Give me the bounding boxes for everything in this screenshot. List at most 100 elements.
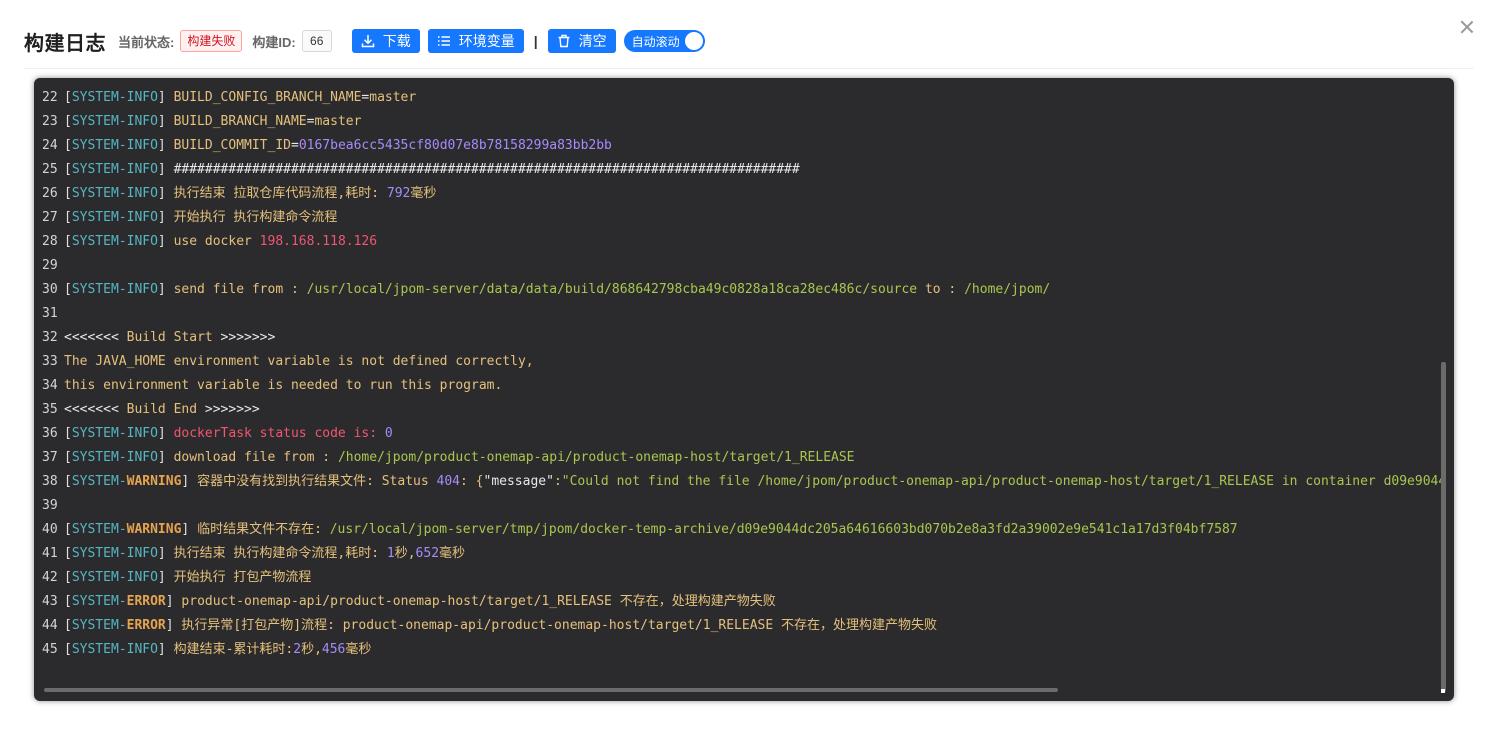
- log-segment: [: [64, 546, 72, 561]
- line-number: 26: [42, 186, 58, 201]
- log-line: 41 [SYSTEM-INFO] 执行结束 执行构建命令流程,耗时: 1秒,652…: [42, 542, 1442, 566]
- log-segment: 2: [293, 642, 302, 657]
- log-segment: SYSTEM-INFO: [71, 282, 158, 297]
- line-number: 43: [42, 594, 58, 609]
- log-segment: SYSTEM-: [71, 618, 127, 633]
- log-segment: Build End: [118, 402, 205, 417]
- log-segment: =: [290, 138, 299, 153]
- log-segment: 开始执行 打包产物流程: [165, 570, 312, 585]
- log-segment: ]: [165, 594, 174, 609]
- log-segment: Build Start: [118, 330, 221, 345]
- log-line: 34 this environment variable is needed to…: [42, 374, 1442, 398]
- log-segment: to :: [917, 282, 965, 297]
- log-segment: ]: [157, 426, 166, 441]
- clear-label: 清空: [578, 33, 607, 49]
- log-segment: ]: [165, 618, 174, 633]
- line-number: 36: [42, 426, 58, 441]
- log-line: 36 [SYSTEM-INFO] dockerTask status code i…: [42, 422, 1442, 446]
- horizontal-scrollbar[interactable]: [44, 688, 1058, 692]
- log-segment: SYSTEM-INFO: [71, 234, 158, 249]
- log-segment: >>>>>>>: [204, 402, 260, 417]
- log-segment: ERROR: [126, 594, 166, 609]
- log-segment: SYSTEM-: [71, 522, 127, 537]
- env-variables-label: 环境变量: [458, 33, 515, 49]
- log-line: 22 [SYSTEM-INFO] BUILD_CONFIG_BRANCH_NAME…: [42, 86, 1442, 110]
- log-segment: SYSTEM-INFO: [71, 546, 158, 561]
- log-segment: ]: [157, 570, 166, 585]
- log-segment: The JAVA_HOME environment variable is no…: [64, 354, 534, 369]
- log-segment: ]: [157, 546, 166, 561]
- log-line: 28 [SYSTEM-INFO] use docker 198.168.118.1…: [42, 230, 1442, 254]
- modal-header: 构建日志 当前状态: 构建失败 构建ID: 66 下载 环境变量 | 清空 自动…: [24, 26, 1438, 56]
- log-console: 22 [SYSTEM-INFO] BUILD_CONFIG_BRANCH_NAME…: [34, 78, 1454, 701]
- env-variables-button[interactable]: 环境变量: [427, 29, 524, 53]
- log-segment: [: [64, 426, 72, 441]
- log-segment: download file from :: [165, 450, 338, 465]
- close-icon[interactable]: [1456, 16, 1478, 38]
- toolbar-separator: |: [533, 33, 538, 49]
- log-segment: >>>>>>>: [220, 330, 276, 345]
- log-segment: [: [64, 186, 72, 201]
- log-line: 38 [SYSTEM-WARNING] 容器中没有找到执行结果文件: Status…: [42, 470, 1442, 494]
- log-line: 33 The JAVA_HOME environment variable is …: [42, 350, 1442, 374]
- line-number: 40: [42, 522, 58, 537]
- log-segment: "Could not find the file /home/jpom/prod…: [561, 474, 1442, 489]
- line-number: 29: [42, 258, 58, 273]
- line-number: 22: [42, 90, 58, 105]
- log-segment: SYSTEM-INFO: [71, 186, 158, 201]
- log-segment: dockerTask status code is:: [165, 426, 385, 441]
- log-segment: 秒,: [301, 642, 322, 657]
- log-segment: [: [64, 618, 72, 633]
- log-segment: 1: [386, 546, 395, 561]
- log-line: 45 [SYSTEM-INFO] 构建结束-累计耗时:2秒,456毫秒: [42, 638, 1442, 662]
- line-number: 32: [42, 330, 58, 345]
- log-line: 24 [SYSTEM-INFO] BUILD_COMMIT_ID=0167bea6…: [42, 134, 1442, 158]
- log-line: 42 [SYSTEM-INFO] 开始执行 打包产物流程: [42, 566, 1442, 590]
- log-segment: 执行结束 拉取仓库代码流程,耗时:: [165, 186, 387, 201]
- log-segment: [: [64, 162, 72, 177]
- log-segment: WARNING: [126, 522, 182, 537]
- log-segment: 毫秒: [410, 186, 437, 201]
- log-segment: [: [64, 474, 72, 489]
- line-number: 33: [42, 354, 58, 369]
- log-line: 37 [SYSTEM-INFO] download file from : /ho…: [42, 446, 1442, 470]
- log-segment: ]: [157, 186, 166, 201]
- log-segment: /home/jpom/product-onemap-api/product-on…: [337, 450, 855, 465]
- log-segment: [: [64, 450, 72, 465]
- log-segment: 构建结束-累计耗时:: [165, 642, 294, 657]
- log-segment: ]: [157, 234, 166, 249]
- log-segment: ]: [157, 642, 166, 657]
- log-segment: send file from :: [165, 282, 307, 297]
- download-button[interactable]: 下载: [351, 29, 420, 53]
- log-segment: SYSTEM-INFO: [71, 426, 158, 441]
- log-segment: SYSTEM-INFO: [71, 162, 158, 177]
- line-number: 35: [42, 402, 58, 417]
- auto-scroll-toggle[interactable]: 自动滚动: [623, 30, 705, 52]
- line-number: 42: [42, 570, 58, 585]
- log-line: 43 [SYSTEM-ERROR] product-onemap-api/prod…: [42, 590, 1442, 614]
- log-segment: 毫秒: [345, 642, 372, 657]
- log-segment: use docker: [165, 234, 260, 249]
- log-segment: master: [369, 90, 417, 105]
- log-segment: product-onemap-api/product-onemap-host/t…: [173, 594, 776, 609]
- line-number: 31: [42, 306, 58, 321]
- log-segment: 秒,: [394, 546, 416, 561]
- log-segment: : {: [460, 474, 484, 489]
- status-badge: 构建失败: [180, 30, 243, 52]
- line-number: 37: [42, 450, 58, 465]
- log-segment: WARNING: [126, 474, 182, 489]
- log-segment: ]: [157, 138, 166, 153]
- log-line: 26 [SYSTEM-INFO] 执行结束 拉取仓库代码流程,耗时: 792毫秒: [42, 182, 1442, 206]
- modal-title: 构建日志: [24, 32, 106, 55]
- log-segment: 792: [386, 186, 411, 201]
- log-segment: BUILD_BRANCH_NAME: [165, 114, 307, 129]
- vertical-scrollbar[interactable]: [1441, 362, 1446, 692]
- log-segment: 652: [415, 546, 440, 561]
- line-number: 44: [42, 618, 58, 633]
- clear-button[interactable]: 清空: [547, 29, 616, 53]
- list-icon: [437, 34, 451, 48]
- line-number: 24: [42, 138, 58, 153]
- log-segment: /usr/local/jpom-server/data/data/build/8…: [306, 282, 918, 297]
- build-id-label: 构建ID:: [252, 34, 296, 50]
- line-number: 27: [42, 210, 58, 225]
